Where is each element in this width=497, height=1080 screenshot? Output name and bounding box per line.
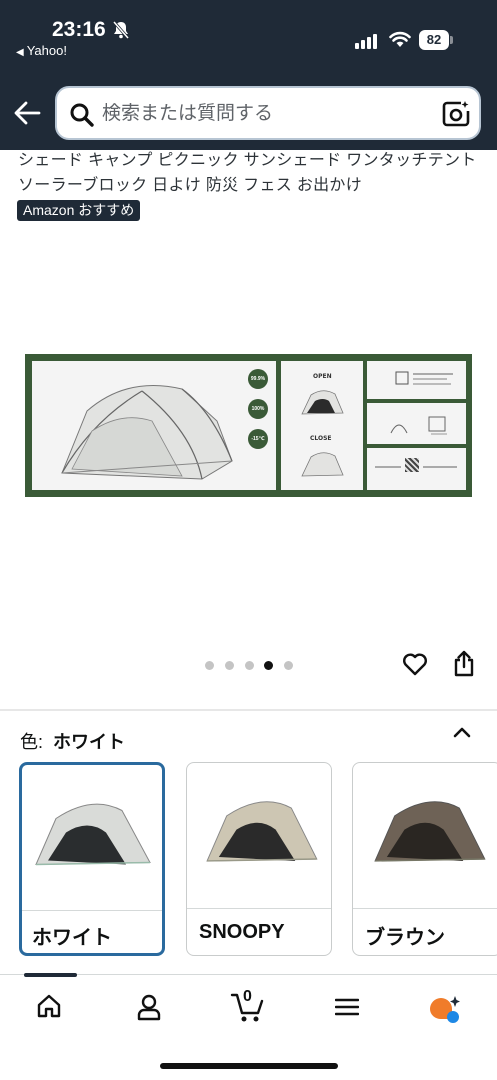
back-app-label: Yahoo! xyxy=(26,43,67,58)
feature-panel-3 xyxy=(367,448,466,490)
signal-icon xyxy=(355,33,381,49)
heart-icon[interactable] xyxy=(402,651,428,677)
ai-assistant-icon[interactable] xyxy=(428,995,462,1025)
battery-level: 82 xyxy=(419,30,449,50)
swatch-name: ブラウン xyxy=(365,927,445,949)
tent-closed-icon xyxy=(301,452,344,477)
chevron-up-icon[interactable] xyxy=(452,725,472,739)
camera-lens-icon[interactable] xyxy=(442,100,470,128)
home-indicator xyxy=(160,1063,338,1069)
account-icon[interactable] xyxy=(136,993,162,1021)
product-image[interactable]: 99.9% 100% -15℃ OPEN CLOSE xyxy=(25,354,472,497)
search-input[interactable] xyxy=(102,100,422,128)
checkbox-icon xyxy=(395,371,409,385)
qr-code-icon xyxy=(405,458,419,472)
swatch-name: ホワイト xyxy=(32,927,112,949)
carousel-dot[interactable] xyxy=(205,661,214,670)
swatch-brown[interactable]: ブラウン xyxy=(352,762,497,956)
active-tab-indicator xyxy=(24,973,77,977)
cart-count: 0 xyxy=(243,988,252,1005)
cart-button[interactable]: 0 xyxy=(230,988,266,1023)
amazon-choice-badge: Amazon おすすめ xyxy=(17,200,141,221)
menu-icon[interactable] xyxy=(335,997,359,1017)
selected-color: ホワイト xyxy=(53,732,126,752)
carousel-dot[interactable] xyxy=(225,661,234,670)
wifi-icon xyxy=(389,31,411,47)
swatch-name: SNOOPY xyxy=(199,921,285,943)
carousel-dot[interactable] xyxy=(245,661,254,670)
color-selector-label[interactable]: 色: ホワイト xyxy=(20,728,125,754)
open-label: OPEN xyxy=(313,373,332,380)
status-time: 23:16 xyxy=(52,18,106,41)
share-icon[interactable] xyxy=(452,650,476,678)
open-close-panel: OPEN CLOSE xyxy=(281,361,363,490)
close-label: CLOSE xyxy=(310,435,332,442)
feature-panel-2 xyxy=(367,403,466,444)
section-divider xyxy=(0,709,497,711)
home-icon[interactable] xyxy=(36,993,62,1019)
tent-open-icon xyxy=(301,390,344,415)
swatch-snoopy[interactable]: SNOOPY xyxy=(186,762,332,956)
bell-slash-icon xyxy=(113,21,129,39)
tent-main-panel: 99.9% 100% -15℃ xyxy=(32,361,276,490)
spec-badge-block: 100% xyxy=(248,399,268,419)
search-icon xyxy=(70,103,94,127)
search-bar[interactable] xyxy=(55,86,481,140)
spec-badge-uv: 99.9% xyxy=(248,369,268,389)
tent-white-image xyxy=(35,803,151,866)
spec-badge-temp: -15℃ xyxy=(248,429,268,449)
color-label: 色: xyxy=(20,732,44,752)
tent-brown-image xyxy=(374,801,486,862)
back-arrow-icon[interactable] xyxy=(13,100,41,126)
tent-snoopy-image xyxy=(206,801,318,862)
product-title[interactable]: シェード キャンプ ピクニック サンシェード ワンタッチテント ソーラーブロック… xyxy=(18,148,488,198)
size-diagram-icon xyxy=(390,416,447,435)
back-to-app-link[interactable]: ◀ Yahoo! xyxy=(16,43,67,58)
top-header: 23:16 ◀ Yahoo! 82 xyxy=(0,0,497,150)
carousel-dot[interactable] xyxy=(284,661,293,670)
carousel-dot-active[interactable] xyxy=(264,661,273,670)
tent-illustration xyxy=(61,384,233,480)
swatch-white[interactable]: ホワイト xyxy=(19,762,165,956)
battery-icon: 82 xyxy=(419,30,453,50)
back-triangle-icon: ◀ xyxy=(16,47,24,58)
feature-panel-1 xyxy=(367,361,466,399)
